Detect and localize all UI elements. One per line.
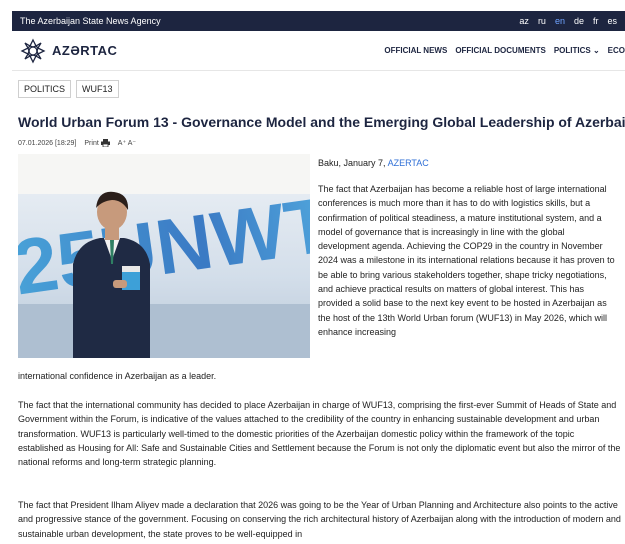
lang-de[interactable]: de [574, 16, 584, 26]
article-paragraph-3: The fact that President Ilham Aliyev mad… [18, 500, 621, 539]
article-paragraph-2: The fact that the international communit… [18, 400, 621, 468]
article-dateline: Baku, January 7, AZERTAC [318, 158, 429, 168]
lang-fr[interactable]: fr [593, 16, 599, 26]
print-button[interactable]: Print [84, 139, 110, 147]
top-bar: The Azerbaijan State News Agency az ru e… [12, 11, 625, 31]
lang-ru[interactable]: ru [538, 16, 546, 26]
logo-text: AZƏRTAC [52, 43, 118, 58]
lang-en[interactable]: en [555, 16, 565, 26]
article-meta: 07.01.2026 [18:29] Print A⁺ A⁻ [18, 139, 136, 147]
font-size-toggle[interactable]: A⁺ A⁻ [118, 139, 136, 147]
lang-az[interactable]: az [519, 16, 529, 26]
article-paragraph-1: The fact that Azerbaijan has become a re… [318, 184, 615, 337]
article-timestamp: 07.01.2026 [18:29] [18, 139, 77, 147]
nav-economy[interactable]: ECO [608, 46, 625, 55]
article-tags: POLITICS WUF13 [18, 80, 119, 98]
language-switcher: az ru en de fr es [519, 16, 617, 26]
tag-politics[interactable]: POLITICS [18, 80, 72, 98]
logo-emblem-icon [20, 38, 46, 63]
article-title: World Urban Forum 13 - Governance Model … [18, 114, 625, 130]
photo-illustration: 25UNWTO [18, 154, 310, 358]
article-photo: 25UNWTO [18, 154, 310, 358]
main-nav: OFFICIAL NEWS OFFICIAL DOCUMENTS POLITIC… [384, 46, 625, 55]
site-logo[interactable]: AZƏRTAC [20, 38, 117, 64]
dateline-place: Baku, January 7, [318, 158, 386, 168]
tag-wuf13[interactable]: WUF13 [76, 80, 119, 98]
lang-es[interactable]: es [607, 16, 617, 26]
print-label: Print [84, 139, 99, 147]
article-paragraph-1-end: international confidence in Azerbaijan a… [18, 371, 217, 381]
nav-politics[interactable]: POLITICS ⌄ [554, 46, 600, 55]
nav-official-news[interactable]: OFFICIAL NEWS [384, 46, 447, 55]
site-header: AZƏRTAC OFFICIAL NEWS OFFICIAL DOCUMENTS… [12, 31, 625, 71]
printer-icon [100, 139, 110, 147]
source-link[interactable]: AZERTAC [388, 158, 429, 168]
nav-official-documents[interactable]: OFFICIAL DOCUMENTS [455, 46, 546, 55]
agency-name: The Azerbaijan State News Agency [20, 16, 161, 26]
